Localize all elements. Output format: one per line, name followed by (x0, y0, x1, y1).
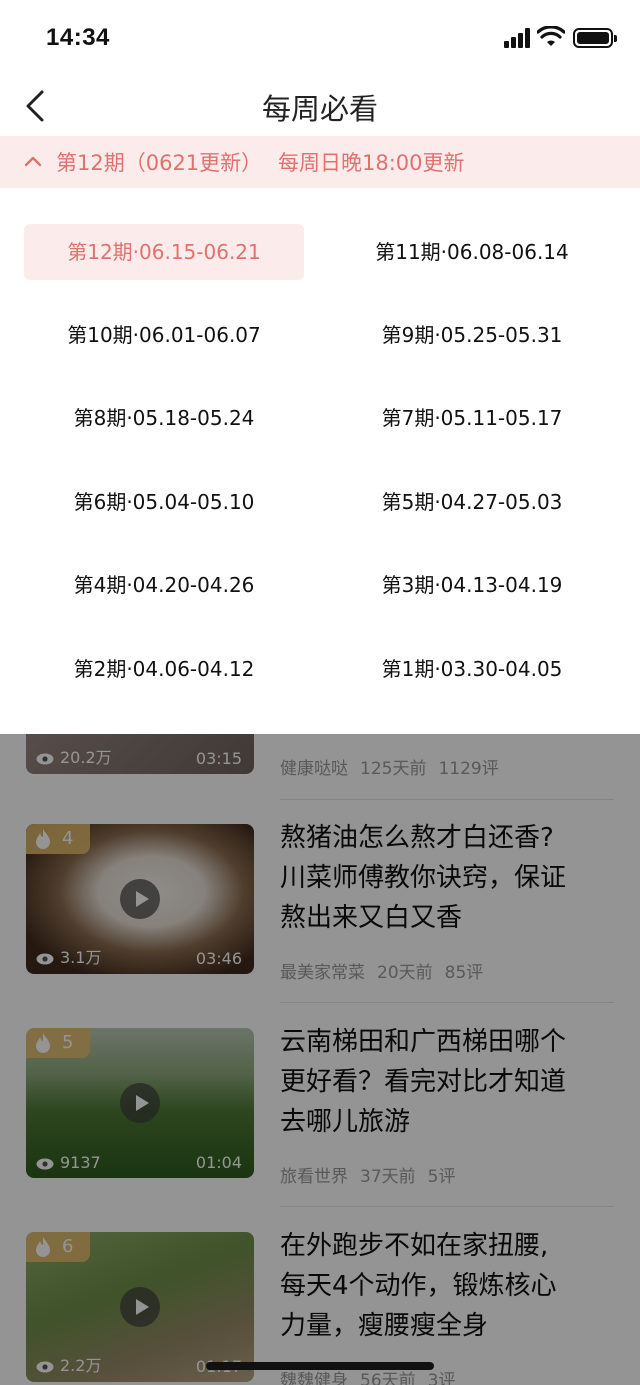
issue-option-12[interactable]: 第12期·06.15-06.21 (24, 224, 304, 280)
issue-option-11[interactable]: 第11期·06.08-06.14 (332, 224, 612, 280)
issue-selector-bar[interactable]: 第12期（0621更新） 每周日晚18:00更新 (0, 136, 640, 188)
issue-option-10[interactable]: 第10期·06.01-06.07 (24, 307, 304, 363)
update-schedule-label: 每周日晚18:00更新 (278, 151, 465, 175)
issue-option-4[interactable]: 第4期·04.20-04.26 (24, 557, 304, 613)
page-title: 每周必看 (261, 92, 378, 126)
issue-option-7[interactable]: 第7期·05.11-05.17 (332, 390, 612, 446)
status-bar: 14:34 (0, 0, 640, 76)
wifi-icon (537, 26, 565, 46)
issue-dropdown-panel: 第12期·06.15-06.21 第11期·06.08-06.14 第10期·0… (0, 188, 640, 734)
current-issue-label: 第12期（0621更新） (56, 151, 263, 175)
issue-option-5[interactable]: 第5期·04.27-05.03 (332, 474, 612, 530)
issue-option-3[interactable]: 第3期·04.13-04.19 (332, 557, 612, 613)
status-time: 14:34 (46, 24, 110, 51)
issue-option-6[interactable]: 第6期·05.04-05.10 (24, 474, 304, 530)
nav-bar: 每周必看 (0, 76, 640, 136)
battery-icon (573, 28, 617, 48)
issue-option-1[interactable]: 第1期·03.30-04.05 (332, 641, 612, 697)
chevron-up-icon (24, 156, 42, 167)
signal-icon (504, 28, 532, 48)
issue-option-8[interactable]: 第8期·05.18-05.24 (24, 390, 304, 446)
home-indicator[interactable] (206, 1362, 434, 1370)
issue-option-2[interactable]: 第2期·04.06-04.12 (24, 641, 304, 697)
issue-option-9[interactable]: 第9期·05.25-05.31 (332, 307, 612, 363)
dim-overlay[interactable] (0, 734, 640, 1385)
